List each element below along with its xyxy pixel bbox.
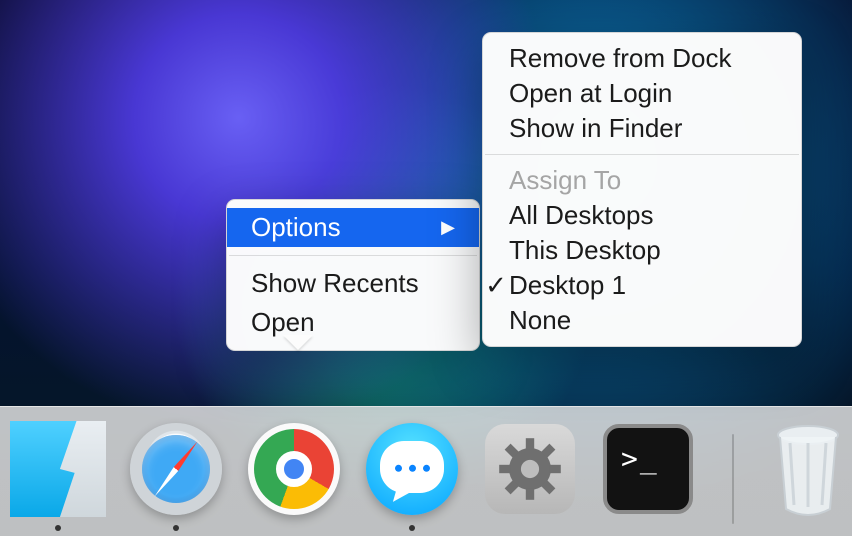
menu-item-label: Options — [251, 212, 341, 243]
submenu-item-desktop-1[interactable]: ✓ Desktop 1 — [483, 268, 801, 303]
running-indicator — [55, 525, 61, 531]
dock-item-settings[interactable] — [482, 421, 578, 517]
menu-item-options[interactable]: Options ▶ — [227, 208, 479, 247]
options-submenu: Remove from Dock Open at Login Show in F… — [482, 32, 802, 347]
messages-icon — [366, 423, 458, 515]
menu-item-open[interactable]: Open — [227, 303, 479, 342]
menu-item-label: Open at Login — [509, 78, 672, 109]
safari-icon — [130, 423, 222, 515]
submenu-item-this-desktop[interactable]: This Desktop — [483, 233, 801, 268]
menu-separator — [485, 154, 799, 155]
submenu-item-none[interactable]: None — [483, 303, 801, 338]
submenu-item-open-at-login[interactable]: Open at Login — [483, 76, 801, 111]
settings-icon — [485, 424, 575, 514]
menu-item-label: Show Recents — [251, 268, 419, 299]
submenu-item-show-in-finder[interactable]: Show in Finder — [483, 111, 801, 146]
dock-item-safari[interactable] — [128, 421, 224, 517]
menu-item-show-recents[interactable]: Show Recents — [227, 264, 479, 303]
submenu-item-remove-from-dock[interactable]: Remove from Dock — [483, 41, 801, 76]
dock-item-terminal[interactable]: >_ — [600, 421, 696, 517]
dock-item-messages[interactable] — [364, 421, 460, 517]
menu-item-label: Open — [251, 307, 315, 338]
dock: >_ — [0, 406, 852, 536]
submenu-item-all-desktops[interactable]: All Desktops — [483, 198, 801, 233]
dock-separator — [732, 434, 734, 524]
dock-item-finder[interactable] — [10, 421, 106, 517]
checkmark-icon: ✓ — [483, 270, 509, 301]
submenu-section-assign-to: Assign To — [483, 163, 801, 198]
section-label: Assign To — [509, 165, 621, 196]
submenu-arrow-icon: ▶ — [441, 217, 455, 238]
dock-item-trash[interactable] — [764, 421, 852, 517]
menu-item-label: Remove from Dock — [509, 43, 732, 74]
desktop-wallpaper: >_ Options ▶ Show Recents Open Re — [0, 0, 852, 536]
running-indicator — [173, 525, 179, 531]
menu-item-label: None — [509, 305, 571, 336]
menu-item-label: Show in Finder — [509, 113, 682, 144]
menu-item-label: Desktop 1 — [509, 270, 626, 301]
finder-icon — [10, 421, 106, 517]
chrome-icon — [248, 423, 340, 515]
menu-item-label: All Desktops — [509, 200, 654, 231]
dock-item-chrome[interactable] — [246, 421, 342, 517]
trash-icon — [768, 421, 848, 517]
running-indicator — [409, 525, 415, 531]
dock-context-menu: Options ▶ Show Recents Open — [226, 199, 480, 351]
terminal-icon: >_ — [603, 424, 693, 514]
gear-icon — [495, 434, 565, 504]
menu-item-label: This Desktop — [509, 235, 661, 266]
menu-separator — [229, 255, 477, 256]
